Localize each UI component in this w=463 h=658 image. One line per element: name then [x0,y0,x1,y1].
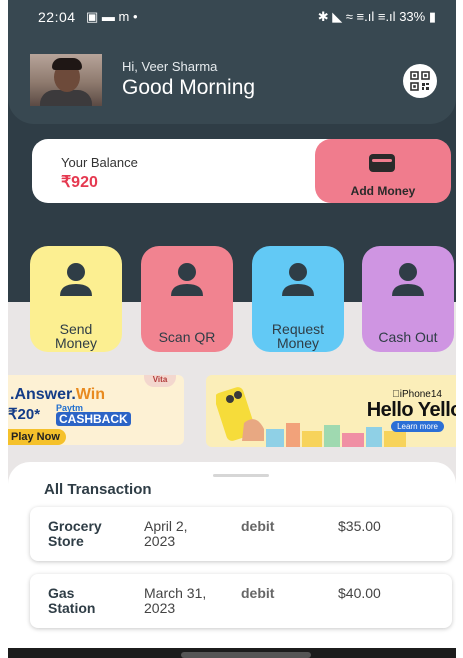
transaction-date: March 31, 2023 [144,585,207,616]
battery-icon: ▮ [428,9,436,24]
qr-code-button[interactable] [403,64,437,98]
person-icon [392,263,424,296]
promo-title: .Answer.Win [10,386,105,403]
promo-headline: Hello Yello [366,399,456,421]
transaction-amount: $35.00 [338,518,381,534]
status-time: 22:04 [38,9,76,25]
transactions-title: All Transaction [44,481,152,498]
phone-illustration [216,387,264,441]
signal-icons: ✱ ◣ ≈ ≡.ıl ≡.ıl [317,9,396,24]
sheet-drag-handle[interactable] [213,474,269,477]
add-money-button[interactable]: Add Money [315,139,451,203]
person-icon [171,263,203,296]
cashback-logo: CASHBACK [56,412,131,426]
time-greeting: Good Morning [122,76,256,99]
gesture-nav-bar[interactable] [181,652,311,658]
request-money-button[interactable]: Request Money [252,246,344,352]
transaction-row[interactable]: Grocery Store April 2, 2023 debit $35.00 [30,507,452,561]
send-money-button[interactable]: Send Money [30,246,122,352]
transaction-name: Gas Station [48,585,96,616]
scan-qr-label: Scan QR [158,329,216,345]
wallet-icon [369,154,395,172]
send-money-label: Send Money [54,321,98,351]
quick-actions: Send Money Scan QR Request Money Cash Out [8,246,456,356]
quiz-promo-banner[interactable]: Vita .Answer.Win ₹20* Paytm CASHBACK Pla… [8,375,184,445]
status-bar: 22:04 ▣ ▬ m • ✱ ◣ ≈ ≡.ıl ≡.ıl 33% ▮ [8,0,456,34]
transaction-name: Grocery Store [48,518,102,549]
user-greeting: Hi, Veer Sharma [122,59,218,74]
promo-carousel[interactable]: Vita .Answer.Win ₹20* Paytm CASHBACK Pla… [8,375,456,447]
transaction-date: April 2, 2023 [144,518,188,549]
balance-label: Your Balance [61,155,138,170]
qr-code-icon [410,71,430,91]
app-screen: 22:04 ▣ ▬ m • ✱ ◣ ≈ ≡.ıl ≡.ıl 33% ▮ Hi, … [8,0,456,658]
transaction-row[interactable]: Gas Station March 31, 2023 debit $40.00 [30,574,452,628]
promo-amount: ₹20* [8,406,41,423]
person-icon [60,263,92,296]
notification-icons: ▣ ▬ m • [86,9,138,24]
balance-amount: ₹920 [61,174,98,191]
scan-qr-button[interactable]: Scan QR [141,246,233,352]
request-money-label: Request Money [271,321,325,351]
person-icon [282,263,314,296]
cash-out-label: Cash Out [378,329,438,345]
battery-percent: 33% [399,9,426,24]
sponsor-badge: Vita [144,375,176,387]
city-illustration [266,423,406,447]
add-money-label: Add Money [350,184,416,198]
system-icons: ✱ ◣ ≈ ≡.ıl ≡.ıl 33% ▮ [318,9,436,25]
cash-out-button[interactable]: Cash Out [362,246,454,352]
learn-more-button[interactable]: Learn more [391,421,444,432]
avatar[interactable] [30,54,102,106]
transaction-type: debit [241,518,275,534]
play-now-button[interactable]: Play Now [8,429,66,445]
iphone-promo-banner[interactable]: iPhone14 Hello Yello Learn more [206,375,456,447]
transaction-amount: $40.00 [338,585,381,601]
transaction-type: debit [241,585,275,601]
